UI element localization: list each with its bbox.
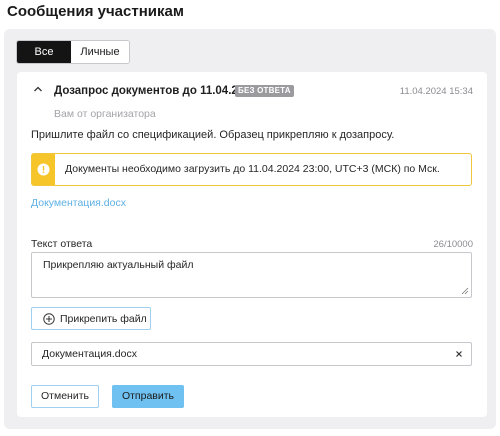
char-counter: 26/10000 [433, 239, 473, 250]
deadline-alert: Документы необходимо загрузить до 11.04.… [31, 153, 472, 186]
status-badge: БЕЗ ОТВЕТА [235, 85, 294, 97]
message-card: Дозапрос документов до 11.04.2024 БЕЗ ОТ… [17, 72, 487, 417]
exclamation-icon [37, 163, 50, 176]
message-sender: Вам от организатора [54, 108, 156, 120]
reply-text: Прикрепляю актуальный файл [43, 259, 194, 271]
reply-textarea[interactable]: Прикрепляю актуальный файл [31, 252, 472, 298]
attachment-link[interactable]: Документация.docx [31, 197, 126, 209]
attach-file-label: Прикрепить файл [60, 313, 147, 325]
resize-handle-icon[interactable] [461, 287, 469, 295]
message-timestamp: 11.04.2024 15:34 [399, 86, 473, 97]
close-icon[interactable] [452, 347, 466, 361]
cancel-button[interactable]: Отменить [31, 385, 99, 408]
attached-file-name: Документация.docx [42, 348, 137, 360]
filter-tabs: Все Личные [16, 40, 130, 64]
message-title: Дозапрос документов до 11.04.2024 [54, 85, 257, 97]
attach-file-button[interactable]: Прикрепить файл [31, 307, 151, 330]
tab-personal[interactable]: Личные [71, 41, 129, 63]
alert-marker [32, 154, 55, 185]
page-title: Сообщения участникам [7, 3, 184, 20]
plus-circle-icon [43, 313, 55, 325]
submit-button[interactable]: Отправить [112, 385, 184, 408]
attached-file-field: Документация.docx [31, 342, 472, 366]
tab-all[interactable]: Все [17, 41, 71, 63]
message-body: Пришлите файл со спецификацией. Образец … [31, 129, 395, 141]
reply-label: Текст ответа [31, 238, 93, 250]
chevron-up-icon[interactable] [33, 84, 43, 94]
alert-text: Документы необходимо загрузить до 11.04.… [65, 163, 440, 175]
